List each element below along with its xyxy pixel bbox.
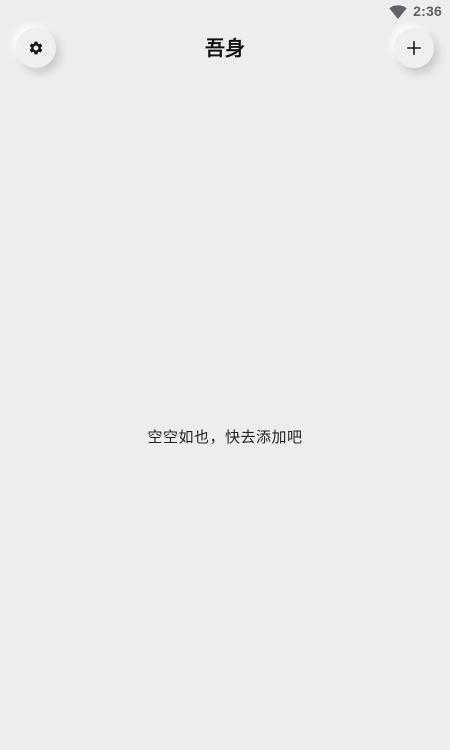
app-screen: 2:36 吾身 空空如也，快去添加吧 xyxy=(0,0,450,750)
settings-button[interactable] xyxy=(16,28,56,68)
gear-icon xyxy=(29,41,43,55)
page-title: 吾身 xyxy=(205,36,245,60)
plus-icon xyxy=(407,41,421,55)
app-bar: 吾身 xyxy=(0,24,450,72)
empty-state-message: 空空如也，快去添加吧 xyxy=(147,428,303,446)
add-button[interactable] xyxy=(394,28,434,68)
status-bar: 2:36 xyxy=(0,0,450,24)
wifi-icon xyxy=(389,5,407,19)
status-time: 2:36 xyxy=(413,3,442,19)
